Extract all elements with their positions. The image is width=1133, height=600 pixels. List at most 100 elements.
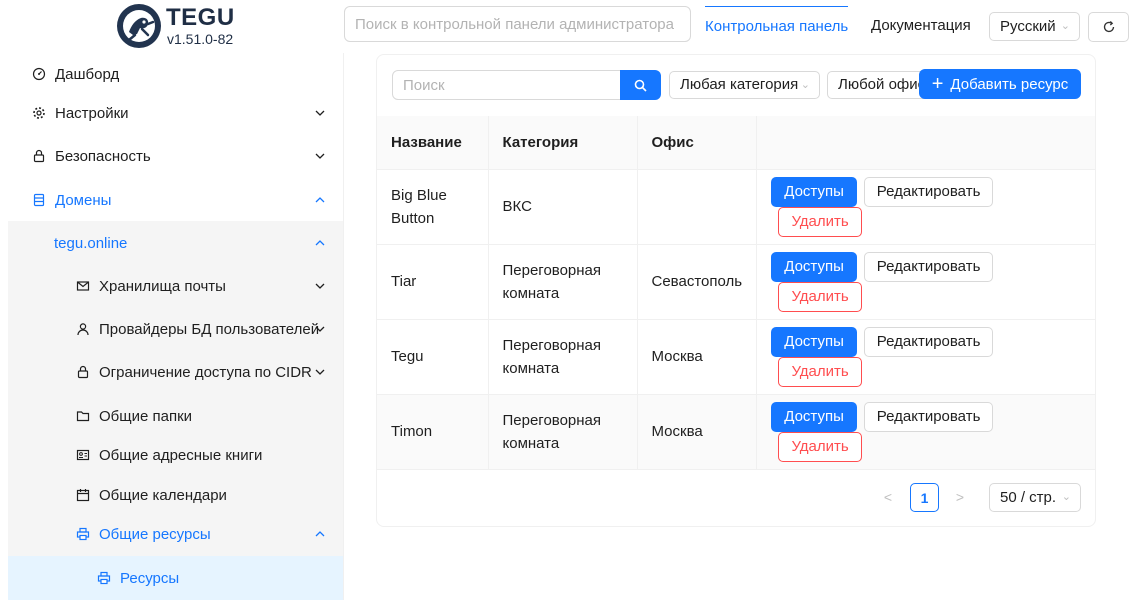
gear-icon [32,106,46,120]
sidebar-item-label: Безопасность [55,147,151,165]
sidebar-item-label: Общие адресные книги [99,446,263,464]
sidebar-item-shared-resources[interactable]: Общие ресурсы [0,514,343,554]
cell-actions: Доступы РедактироватьУдалить [756,244,1095,320]
sidebar-item-user-db-providers[interactable]: Провайдеры БД пользователей [0,309,343,349]
dashboard-icon [32,67,46,81]
user-icon [76,322,90,336]
sidebar-item-label: Провайдеры БД пользователей [99,320,320,338]
global-search-input[interactable] [344,6,691,42]
cell-category: ВКС [487,169,637,245]
chevron-down-icon [315,309,325,349]
delete-button[interactable]: Удалить [778,356,863,387]
delete-button[interactable]: Удалить [778,206,863,237]
cell-actions: Доступы РедактироватьУдалить [756,319,1095,395]
cell-name: Tiar [377,244,488,320]
sidebar-item-cidr-restriction[interactable]: Ограничение доступа по CIDR [0,352,343,392]
edit-button[interactable]: Редактировать [864,176,994,207]
sidebar-item-label: Хранилища почты [99,277,226,295]
cell-office: Севастополь [636,244,757,320]
edit-button[interactable]: Редактировать [864,251,994,282]
cell-category: Переговорная комната [487,244,637,320]
printer-icon [76,527,90,541]
chevron-right-icon: > [955,489,965,505]
chevron-down-icon [315,266,325,306]
chevron-down-icon [315,93,325,133]
sidebar-item-mail-storages[interactable]: Хранилища почты [0,266,343,306]
edit-button[interactable]: Редактировать [864,326,994,357]
refresh-button[interactable] [1088,12,1129,42]
printer-icon [97,571,111,585]
column-header-name: Название [377,116,488,170]
sidebar-item-label: Ограничение доступа по CIDR [99,363,312,381]
sidebar-item-settings[interactable]: Настройки [0,93,343,133]
refresh-icon [1103,21,1114,33]
chevron-up-icon [315,180,325,220]
column-header-category: Категория [487,116,637,170]
database-icon [32,193,46,207]
cell-name: Big Blue Button [377,169,488,245]
search-button[interactable] [620,70,661,100]
calendar-icon [76,488,90,502]
sidebar-item-resources[interactable]: Ресурсы [0,558,343,598]
cell-office [636,169,757,245]
folder-icon [76,409,90,423]
delete-button[interactable]: Удалить [778,431,863,462]
category-filter-select[interactable]: Любая категория ⌄ [669,71,820,99]
plus-icon: + [931,73,944,95]
mail-icon [76,279,90,293]
column-header-actions [756,116,1095,170]
delete-button[interactable]: Удалить [778,281,863,312]
app-logo[interactable]: TEGU v1.51.0-82 [115,2,245,50]
sidebar-item-shared-folders[interactable]: Общие папки [0,396,343,436]
resource-search-input[interactable] [392,70,621,100]
sidebar-item-label: Домены [55,191,112,209]
chevron-left-icon: < [883,489,893,505]
tab-documentation[interactable]: Документация [871,6,971,46]
edit-button[interactable]: Редактировать [864,401,994,432]
chevron-up-icon [315,223,325,263]
office-filter-value: Любой офис [838,76,926,93]
category-filter-value: Любая категория [680,76,799,93]
add-resource-button[interactable]: + Добавить ресурс [919,69,1081,99]
cell-office: Москва [636,319,757,395]
sidebar-item-dashboard[interactable]: Дашборд [0,54,343,94]
page-size-select[interactable]: 50 / стр. ⌄ [989,483,1081,512]
pagination-page-button[interactable]: 1 [910,483,939,512]
access-button[interactable]: Доступы [771,326,858,357]
chevron-down-icon [315,136,325,176]
table-row: Timon Переговорная комната Москва Доступ… [377,394,1095,470]
app-version: v1.51.0-82 [167,31,234,47]
chevron-down-icon: ⌄ [800,79,810,91]
tegu-logo-icon [117,4,161,48]
sidebar-item-label: Ресурсы [120,569,180,587]
table-row: Tiar Переговорная комната Севастополь До… [377,244,1095,320]
pagination-next-button[interactable]: > [946,483,974,511]
access-button[interactable]: Доступы [771,176,858,207]
language-select[interactable]: Русский ⌄ [989,12,1080,41]
resources-table: Название Категория Офис Big Blue Button … [377,116,1095,470]
sidebar-item-shared-calendars[interactable]: Общие календари [0,475,343,515]
sidebar-item-shared-address-books[interactable]: Общие адресные книги [0,435,343,475]
tab-control-panel[interactable]: Контрольная панель [705,6,849,46]
table-header-row: Название Категория Офис [377,116,1095,170]
sidebar-item-label: Дашборд [55,65,120,83]
cell-category: Переговорная комната [487,319,637,395]
access-button[interactable]: Доступы [771,251,858,282]
access-button[interactable]: Доступы [771,401,858,432]
app-name: TEGU [166,4,235,31]
search-icon [634,79,647,92]
cell-category: Переговорная комната [487,394,637,470]
sidebar-item-domains[interactable]: Домены [0,180,343,220]
sidebar-item-label: Общие ресурсы [99,525,211,543]
chevron-up-icon [315,514,325,554]
cell-office: Москва [636,394,757,470]
table-row: Tegu Переговорная комната Москва Доступы… [377,319,1095,395]
sidebar-item-label: Общие папки [99,407,193,425]
chevron-down-icon [315,352,325,392]
chevron-down-icon: ⌄ [1060,20,1070,32]
sidebar-item-tegu-online[interactable]: tegu.online [0,223,343,263]
cell-actions: Доступы РедактироватьУдалить [756,394,1095,470]
sidebar-item-security[interactable]: Безопасность [0,136,343,176]
pagination-prev-button[interactable]: < [874,483,902,511]
table-row: Big Blue Button ВКС Доступы Редактировать… [377,169,1095,245]
